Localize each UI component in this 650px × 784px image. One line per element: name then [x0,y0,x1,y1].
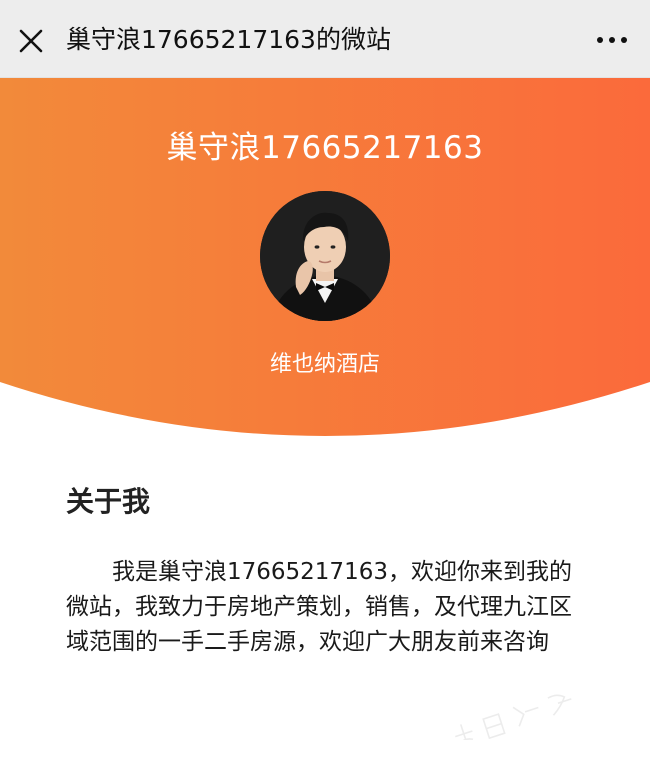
close-icon [19,29,43,53]
watermark-stamp [455,694,572,740]
page-title: 巢守浪17665217163的微站 [66,25,391,54]
about-body-text: 我是巢守浪17665217163，欢迎你来到我的微站，我致力于房地产策划，销售，… [66,559,572,655]
avatar[interactable] [260,191,390,321]
about-heading: 关于我 [66,485,151,518]
profile-subtitle: 维也纳酒店 [269,352,380,377]
profile-name: 巢守浪17665217163 [166,130,484,166]
more-options-button[interactable] [592,26,632,54]
profile-photo [260,191,390,321]
close-button[interactable] [14,24,48,58]
more-horizontal-icon [597,37,627,43]
profile-banner: 巢守浪17665217163 维也纳酒店 [0,78,650,438]
top-navigation-bar: 巢守浪17665217163的微站 [0,0,650,78]
microsite-page: 巢守浪17665217163的微站 巢守浪17665217163 维也纳酒店 关… [0,0,650,784]
